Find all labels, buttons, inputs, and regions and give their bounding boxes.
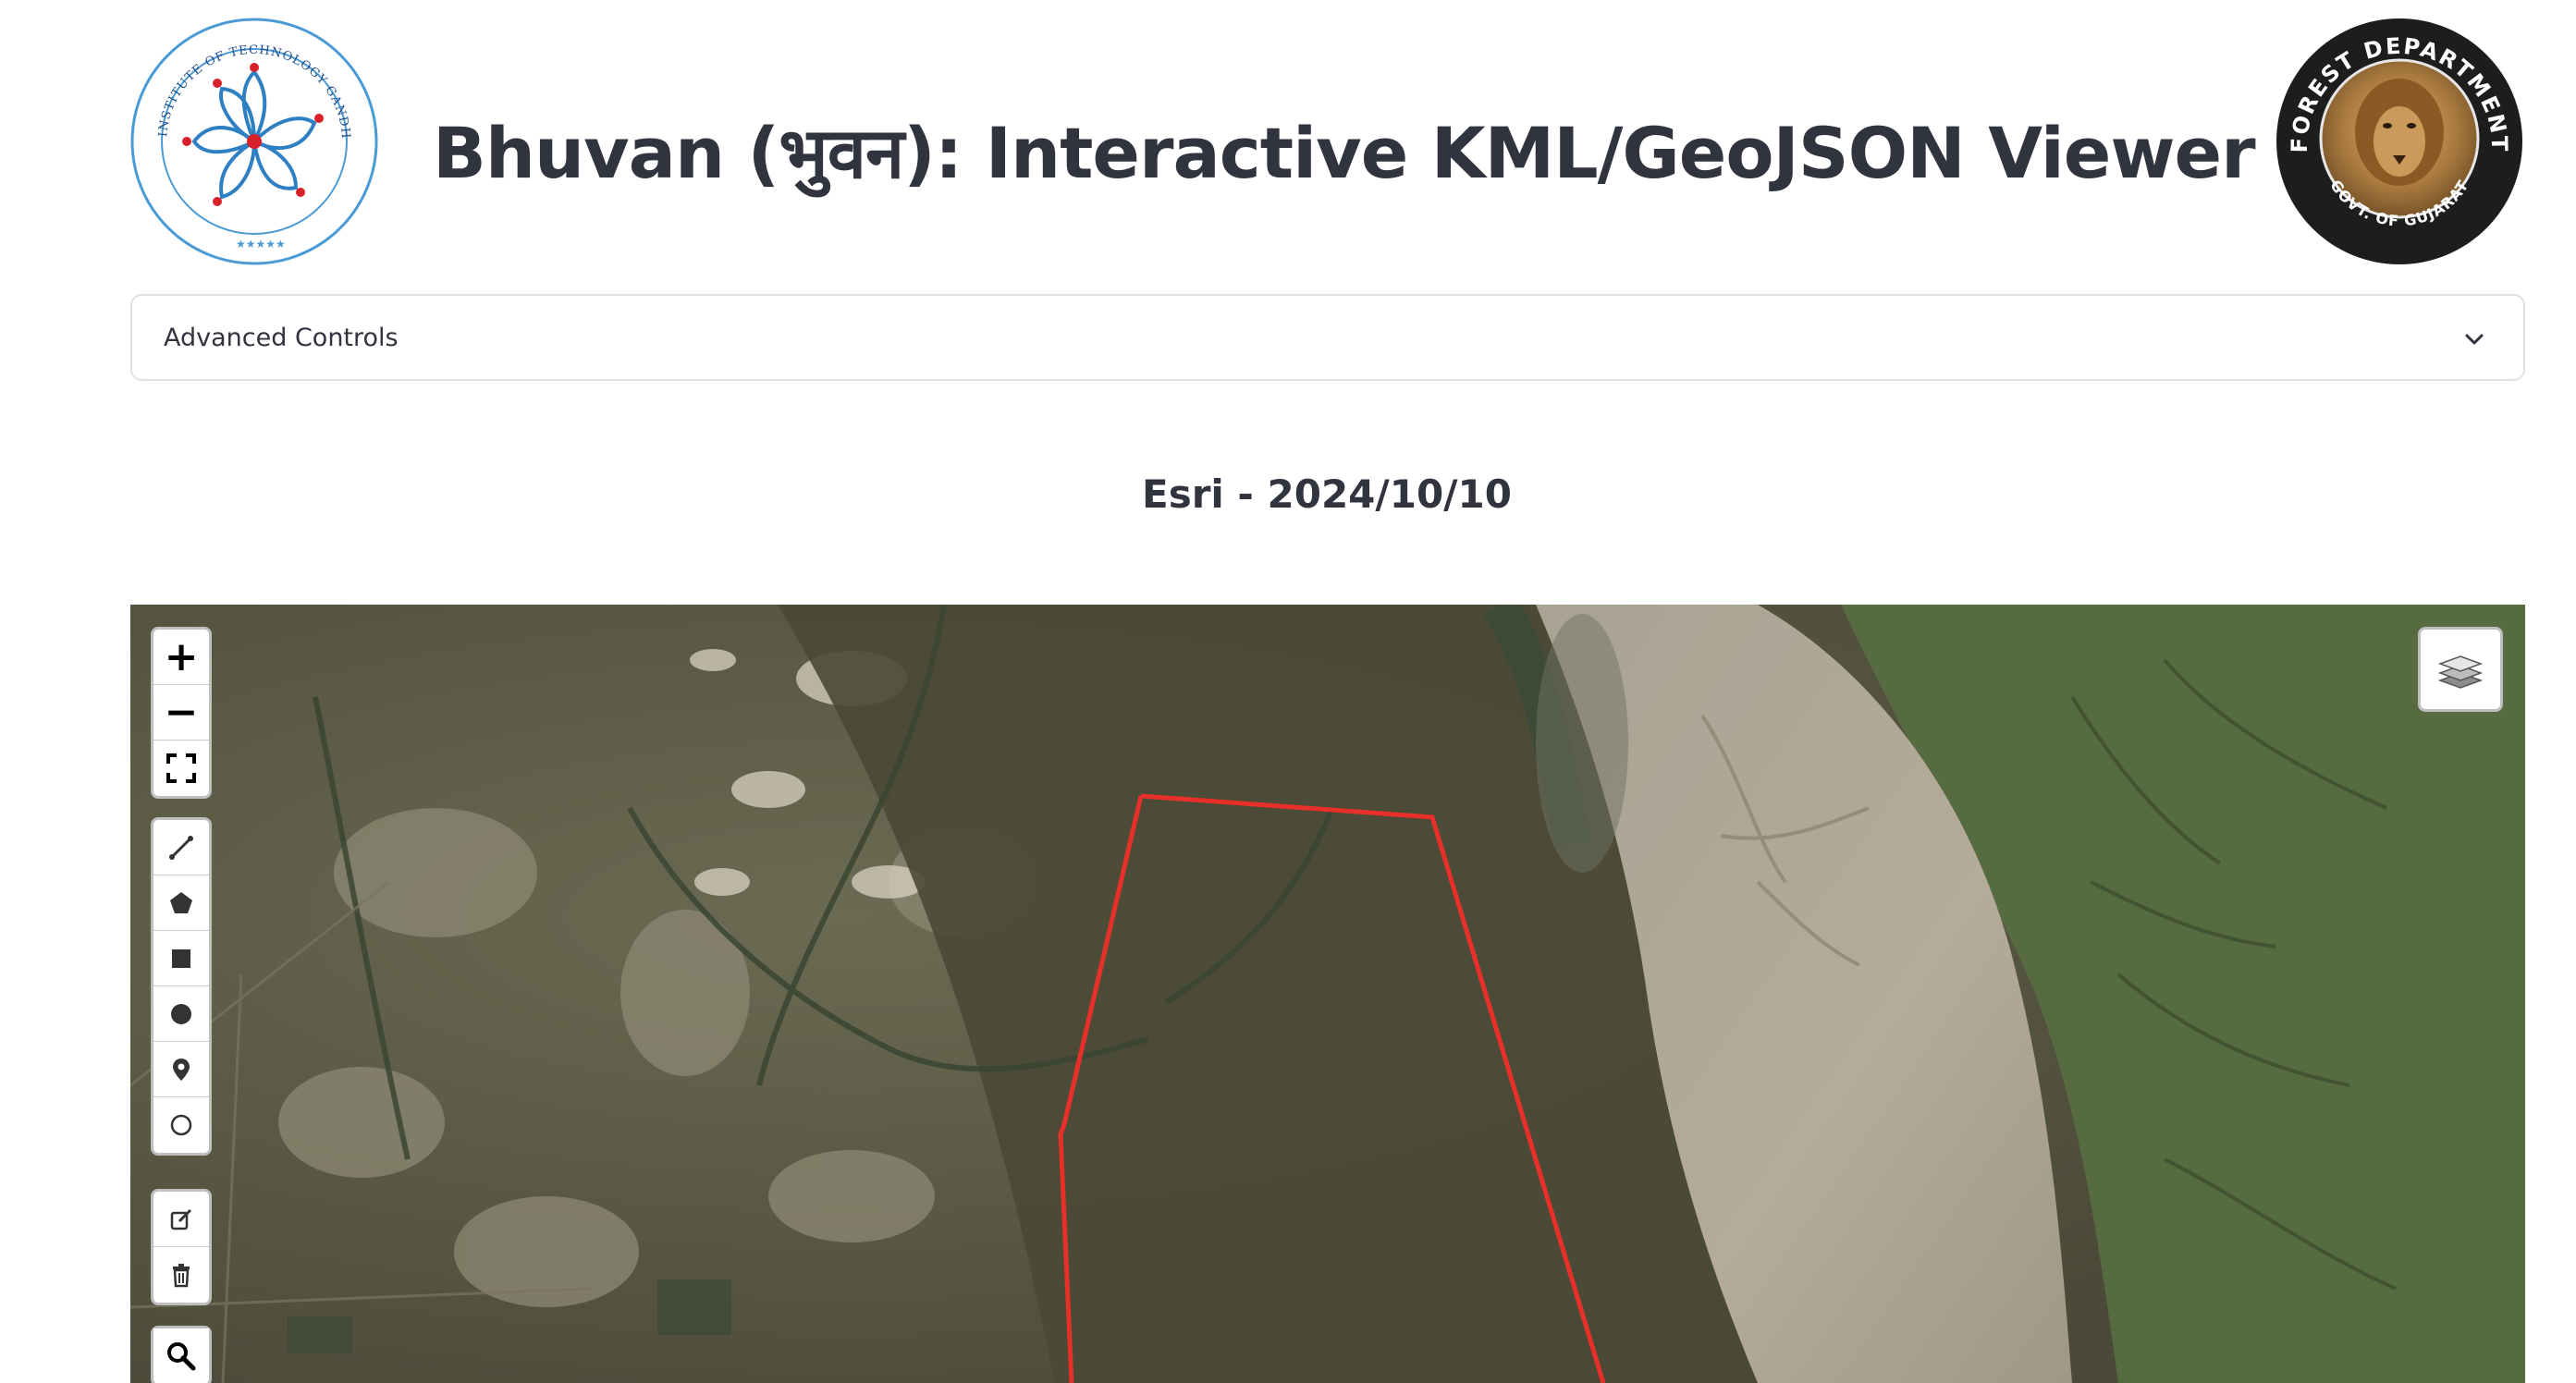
- svg-text:★★★★★: ★★★★★: [236, 238, 286, 251]
- polygon-icon: [170, 891, 192, 913]
- search-icon: [167, 1342, 196, 1371]
- edit-layers-button[interactable]: [153, 1192, 209, 1247]
- draw-toolbar: [151, 817, 212, 1156]
- draw-rectangle-button[interactable]: [153, 931, 209, 986]
- advanced-controls-expander[interactable]: Advanced Controls: [130, 294, 2525, 381]
- edit-icon: [170, 1208, 192, 1230]
- zoom-out-label: −: [164, 688, 199, 736]
- iit-gandhinagar-logo: INDIAN INSTITUTE OF TECHNOLOGY GANDHINAG…: [124, 6, 379, 266]
- edit-toolbar: [151, 1189, 212, 1305]
- satellite-imagery: [130, 605, 2525, 1383]
- fullscreen-button[interactable]: [153, 740, 209, 796]
- chevron-down-icon[interactable]: [2460, 325, 2488, 353]
- trash-icon: [173, 1264, 190, 1288]
- map-view[interactable]: + −: [130, 605, 2525, 1383]
- layers-icon: [2437, 655, 2484, 689]
- header: INDIAN INSTITUTE OF TECHNOLOGY GANDHINAG…: [0, 0, 2576, 277]
- draw-polygon-button[interactable]: [153, 875, 209, 931]
- circle-marker-icon: [170, 1114, 192, 1136]
- draw-circle-marker-button[interactable]: [153, 1097, 209, 1153]
- map-title: Esri - 2024/10/10: [1142, 471, 1512, 517]
- circle-icon: [171, 1003, 191, 1024]
- delete-layers-button[interactable]: [153, 1247, 209, 1303]
- draw-polyline-button[interactable]: [153, 820, 209, 875]
- forest-department-logo: FOREST DEPARTMENT GOVT. OF GUJARAT: [2275, 17, 2524, 266]
- zoom-controls: + −: [151, 627, 212, 799]
- polyline-icon: [169, 835, 193, 860]
- search-control: [151, 1326, 212, 1383]
- rectangle-icon: [172, 949, 190, 968]
- advanced-controls-label: Advanced Controls: [164, 324, 399, 352]
- layers-button[interactable]: [2418, 627, 2503, 712]
- zoom-in-button[interactable]: +: [153, 630, 209, 685]
- search-button[interactable]: [153, 1328, 209, 1383]
- draw-marker-button[interactable]: [153, 1042, 209, 1097]
- marker-icon: [173, 1058, 190, 1081]
- zoom-in-label: +: [164, 632, 199, 680]
- draw-circle-button[interactable]: [153, 986, 209, 1042]
- page-title: Bhuvan (भुवन): Interactive KML/GeoJSON V…: [433, 111, 2256, 194]
- zoom-out-button[interactable]: −: [153, 685, 209, 740]
- fullscreen-icon: [166, 753, 196, 783]
